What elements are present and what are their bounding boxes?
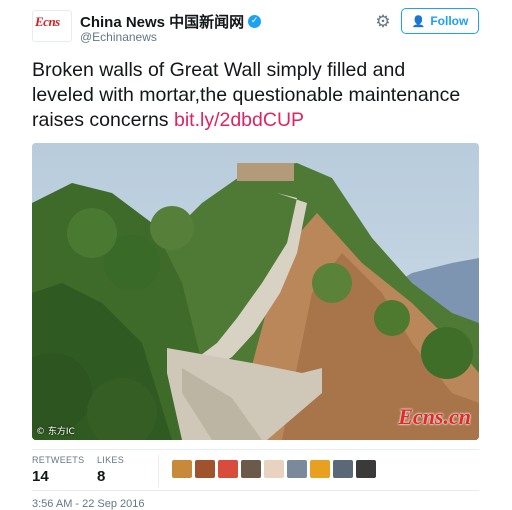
ecns-watermark: Ecns.cn bbox=[398, 404, 471, 429]
display-name[interactable]: China News 中国新闻网 bbox=[80, 11, 244, 32]
tweet-header: Ecns China News 中国新闻网 ✓ @Echinanews ⚙ 👤 … bbox=[0, 0, 512, 50]
tweet-timestamp[interactable]: 3:56 AM - 22 Sep 2016 bbox=[32, 498, 145, 510]
liker-avatar[interactable] bbox=[287, 460, 307, 478]
retweets-label: RETWEETS bbox=[32, 455, 85, 465]
tweet-text: Broken walls of Great Wall simply filled… bbox=[32, 58, 472, 133]
liker-avatar[interactable] bbox=[333, 460, 353, 478]
likes-stat[interactable]: LIKES 8 bbox=[97, 455, 124, 485]
author-handle[interactable]: @Echinanews bbox=[80, 30, 157, 44]
divider-bottom bbox=[32, 490, 479, 491]
tweet-photo[interactable]: © 东方IC Ecns.cn bbox=[32, 143, 479, 440]
liker-avatar[interactable] bbox=[195, 460, 215, 478]
liker-avatar[interactable] bbox=[172, 460, 192, 478]
avatar-logo: Ecns bbox=[35, 14, 60, 29]
author-name-row[interactable]: China News 中国新闻网 ✓ bbox=[80, 11, 262, 32]
liker-avatar[interactable] bbox=[356, 460, 376, 478]
great-wall-photo bbox=[32, 143, 479, 440]
follow-button[interactable]: 👤 Follow bbox=[401, 8, 479, 34]
verified-badge-icon: ✓ bbox=[248, 15, 262, 28]
divider-top bbox=[32, 449, 479, 450]
liker-avatar[interactable] bbox=[218, 460, 238, 478]
gear-icon[interactable]: ⚙ bbox=[373, 12, 393, 32]
photo-credit-watermark: © 东方IC bbox=[36, 427, 75, 437]
likes-count: 8 bbox=[97, 468, 106, 485]
liker-avatar[interactable] bbox=[310, 460, 330, 478]
liker-avatar[interactable] bbox=[241, 460, 261, 478]
stats-separator bbox=[158, 455, 159, 487]
retweets-count: 14 bbox=[32, 468, 49, 485]
follow-label: Follow bbox=[430, 14, 469, 28]
likes-label: LIKES bbox=[97, 455, 125, 465]
avatar[interactable]: Ecns bbox=[32, 10, 72, 42]
add-user-icon: 👤 bbox=[411, 14, 426, 28]
liker-avatar[interactable] bbox=[264, 460, 284, 478]
liker-avatars bbox=[172, 460, 376, 478]
tweet-link[interactable]: bit.ly/2dbdCUP bbox=[174, 109, 304, 131]
retweets-stat[interactable]: RETWEETS 14 bbox=[32, 455, 84, 485]
